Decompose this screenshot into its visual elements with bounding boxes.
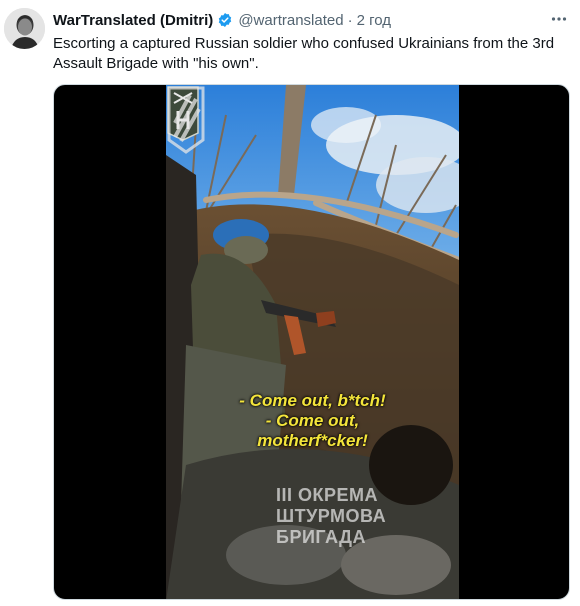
verified-badge-icon [219,13,232,27]
tweet-header: WarTranslated (Dmitri) @wartranslated · … [53,10,570,30]
video-player[interactable]: - Come out, b*tch! - Come out, motherf*c… [53,84,570,600]
video-subtitles: - Come out, b*tch! - Come out, motherf*c… [166,391,459,451]
watermark-line: БРИГАДА [276,527,366,547]
watermark-line: III ОКРЕМА [276,485,378,505]
subtitle-line: - Come out, [265,411,360,430]
avatar[interactable] [4,8,45,49]
video-frame[interactable]: - Come out, b*tch! - Come out, motherf*c… [166,85,459,599]
author-handle[interactable]: @wartranslated [238,12,343,29]
brigade-logo-watermark [167,86,205,154]
subtitle-line: motherf*cker! [257,431,368,450]
avatar-image [4,8,45,49]
timestamp[interactable]: 2 год [357,12,391,29]
brigade-watermark: III ОКРЕМА ШТУРМОВА БРИГАДА [276,485,386,548]
author-name[interactable]: WarTranslated (Dmitri) [53,12,213,29]
tweet-text: Escorting a captured Russian soldier who… [53,35,555,72]
separator: · [347,11,353,29]
more-horizontal-icon[interactable] [548,8,570,30]
subtitle-line: - Come out, b*tch! [239,391,386,410]
watermark-line: ШТУРМОВА [276,506,387,526]
tweet[interactable]: WarTranslated (Dmitri) @wartranslated · … [0,0,580,606]
